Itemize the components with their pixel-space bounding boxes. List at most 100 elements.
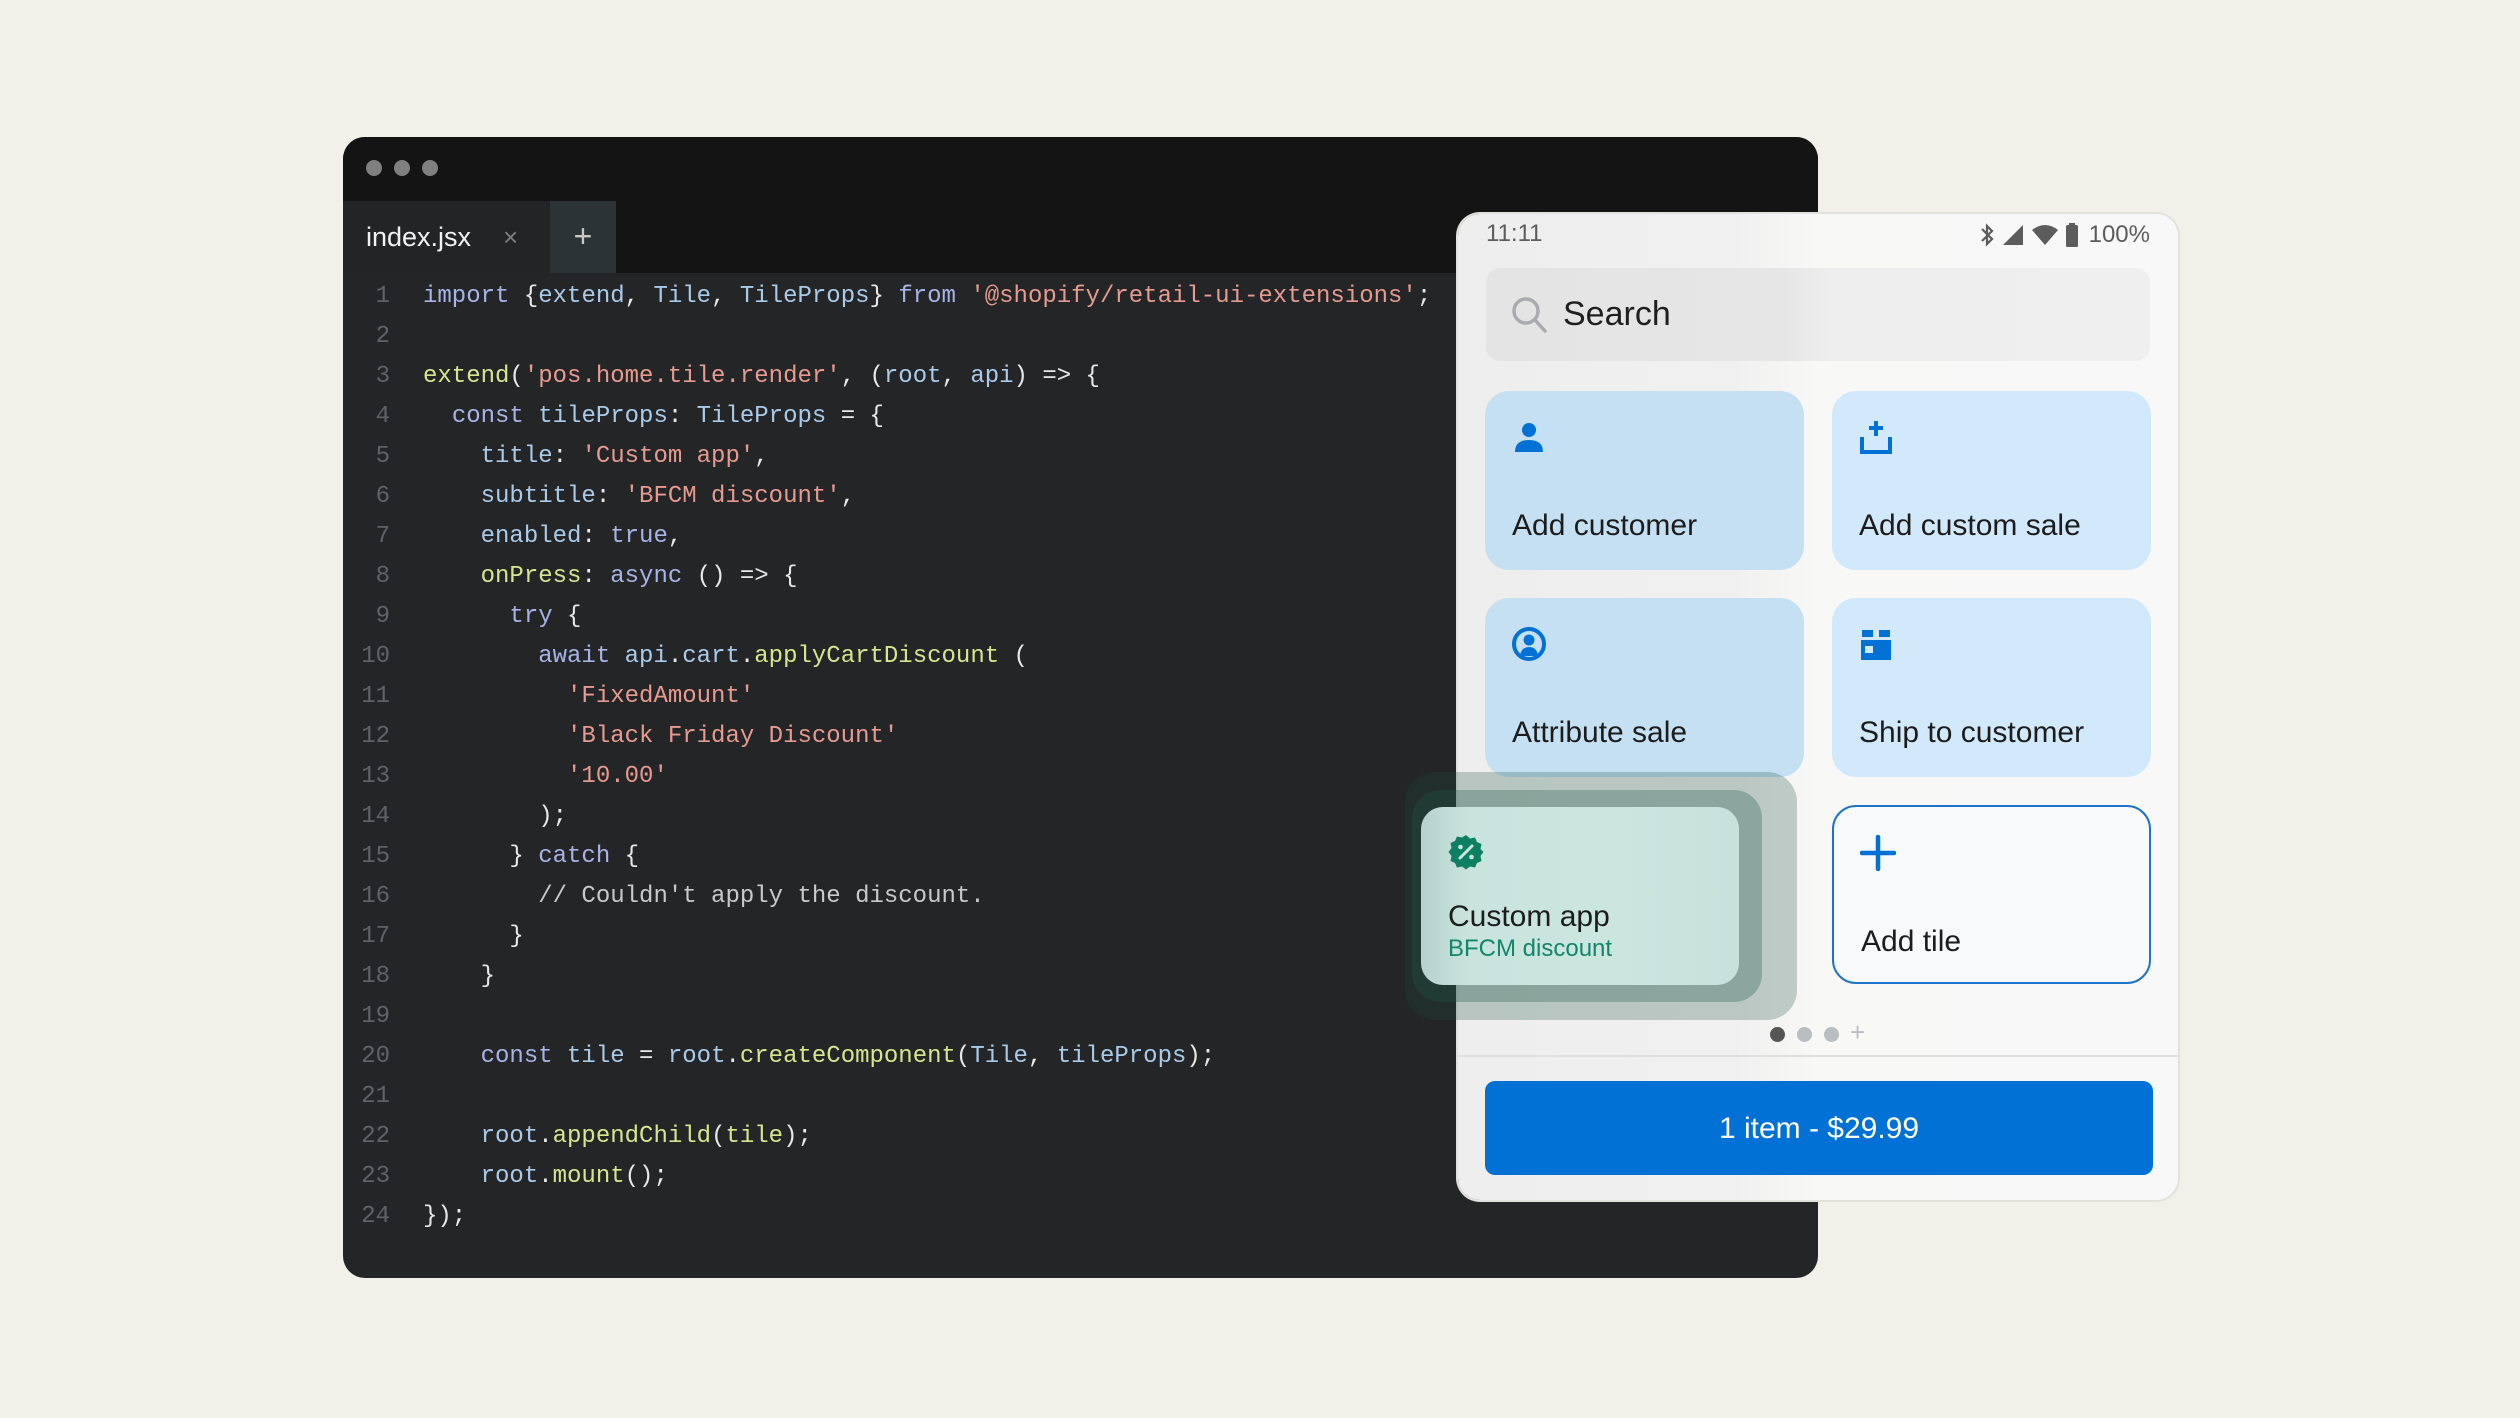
code-token: :	[667, 403, 697, 430]
code-token: root	[480, 1163, 539, 1190]
code-token: ;	[1416, 283, 1432, 310]
code-token: title	[480, 443, 553, 470]
line-number: 3	[375, 363, 390, 390]
code-token: ) => {	[1013, 363, 1100, 390]
code-text: import {extend, Tile, TileProps} from '@…	[423, 277, 1431, 317]
tile-custom-app[interactable]: Custom app BFCM discount	[1421, 807, 1739, 985]
line-number: 22	[361, 1123, 390, 1150]
code-text: );	[423, 797, 567, 837]
line-number: 20	[361, 1043, 390, 1070]
code-token: .	[667, 643, 683, 670]
code-token: .	[538, 1123, 553, 1150]
custom-tile-title: Custom app	[1448, 900, 1610, 933]
pos-phone-screen: 11:11 100% Search Add customer Add custo…	[1458, 214, 2178, 1200]
page-dot[interactable]	[1824, 1027, 1839, 1042]
code-token: const	[451, 403, 539, 430]
page-dot[interactable]	[1797, 1027, 1812, 1042]
search-input[interactable]: Search	[1486, 268, 2150, 361]
code-token: root	[667, 1043, 726, 1070]
add-page-icon[interactable]: +	[1850, 1017, 1865, 1048]
code-token: ,	[1027, 1043, 1057, 1070]
code-text: 'Black Friday Discount'	[423, 717, 898, 757]
signal-icon	[2002, 225, 2023, 245]
code-token: :	[552, 443, 582, 470]
page-indicator: +	[1458, 1017, 2178, 1047]
code-token: root	[883, 363, 942, 390]
line-number: 12	[361, 723, 390, 750]
code-token: tile	[567, 1043, 625, 1070]
window-dot-icon[interactable]	[366, 160, 382, 176]
close-icon[interactable]: ×	[503, 201, 518, 273]
line-number: 8	[375, 563, 390, 590]
line-number: 5	[375, 443, 390, 470]
code-text: 'FixedAmount'	[423, 677, 754, 717]
line-number: 16	[361, 883, 390, 910]
line-number: 9	[375, 603, 390, 630]
code-token: 'pos.home.tile.render'	[523, 363, 841, 390]
code-token: true	[610, 523, 668, 550]
code-text: root.mount();	[423, 1157, 668, 1197]
code-token: =	[624, 1043, 668, 1070]
window-dot-icon[interactable]	[422, 160, 438, 176]
code-token: subtitle	[480, 483, 596, 510]
code-text: root.appendChild(tile);	[423, 1117, 812, 1157]
code-token: () => {	[696, 563, 798, 590]
line-number: 23	[361, 1163, 390, 1190]
code-token: mount	[552, 1163, 625, 1190]
tile-add-customer[interactable]: Add customer	[1485, 391, 1804, 570]
person-icon	[1515, 423, 1543, 452]
code-token: }	[423, 963, 496, 990]
code-text: '10.00'	[423, 757, 668, 797]
code-token: onPress	[480, 563, 582, 590]
line-number: 14	[361, 803, 390, 830]
code-text: extend('pos.home.tile.render', (root, ap…	[423, 357, 1100, 397]
code-text: title: 'Custom app',	[423, 437, 769, 477]
tab-index-jsx[interactable]: index.jsx ×	[343, 201, 550, 273]
line-number: 7	[375, 523, 390, 550]
line-number: 17	[361, 923, 390, 950]
add-tile-button[interactable]: Add tile	[1832, 805, 2151, 984]
line-number: 4	[375, 403, 390, 430]
code-token: ,	[667, 523, 683, 550]
line-number: 6	[375, 483, 390, 510]
code-token: (	[955, 1043, 971, 1070]
code-token: :	[595, 483, 625, 510]
code-text: await api.cart.applyCartDiscount (	[423, 637, 1028, 677]
discount-badge-icon	[1448, 835, 1484, 870]
window-dot-icon[interactable]	[394, 160, 410, 176]
line-number: 10	[361, 643, 390, 670]
code-token: tileProps	[538, 403, 668, 430]
code-token: {	[567, 603, 582, 630]
tile-ship-to-customer[interactable]: Ship to customer	[1832, 598, 2151, 777]
line-number: 15	[361, 843, 390, 870]
battery-icon	[2065, 223, 2078, 247]
tile-add-custom-sale[interactable]: Add custom sale	[1832, 391, 2151, 570]
tile-title: Add customer	[1512, 509, 1698, 542]
code-token: (	[509, 363, 524, 390]
code-token: });	[423, 1203, 467, 1230]
code-token: api	[970, 363, 1014, 390]
new-tab-button[interactable]: +	[550, 201, 616, 273]
tile-attribute-sale[interactable]: Attribute sale	[1485, 598, 1804, 777]
code-token: '10.00'	[567, 763, 668, 790]
page-dot-active[interactable]	[1770, 1027, 1785, 1042]
code-token: extend	[423, 363, 510, 390]
line-number: 1	[375, 283, 390, 310]
checkout-button[interactable]: 1 item - $29.99	[1485, 1081, 2153, 1175]
line-number: 11	[361, 683, 390, 710]
bluetooth-icon	[1980, 223, 1994, 247]
code-token: await	[538, 643, 625, 670]
code-text: subtitle: 'BFCM discount',	[423, 477, 855, 517]
code-token: (	[711, 1123, 726, 1150]
person-circle-icon	[1512, 627, 1546, 661]
code-token: try	[509, 603, 568, 630]
add-to-basket-icon	[1860, 421, 1892, 454]
code-token: root	[480, 1123, 539, 1150]
plus-icon	[1860, 835, 1896, 871]
